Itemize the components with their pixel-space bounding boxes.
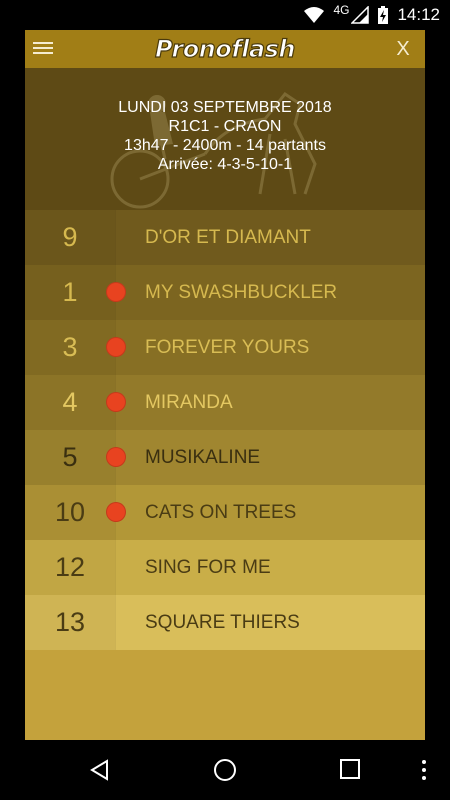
overflow-menu-icon[interactable] [420,758,428,787]
runner-name: MIRANDA [145,391,233,413]
runner-row[interactable]: 12 SING FOR ME [25,540,425,595]
runner-row[interactable]: 4 MIRANDA [25,375,425,430]
app-logo: Pronoflash [154,34,296,63]
race-header: LUNDI 03 SEPTEMBRE 2018 R1C1 - CRAON 13h… [25,68,425,210]
runner-list: 9 D'OR ET DIAMANT 1 MY SWASHBUCKLER 3 FOREVER… [25,210,425,650]
recent-apps-icon[interactable] [339,758,361,785]
runner-number: 1 [25,265,115,320]
runner-row[interactable]: 3 FOREVER YOURS [25,320,425,375]
race-code: R1C1 - CRAON [168,118,282,135]
battery-charging-icon [377,5,389,25]
network-type: 4G [333,3,350,17]
row-divider [115,540,116,595]
selection-dot-icon [106,447,126,467]
runner-number: 5 [25,430,115,485]
race-info: LUNDI 03 SEPTEMBRE 2018 R1C1 - CRAON 13h… [25,98,425,174]
runner-number: 10 [25,485,115,540]
top-app-bar: Pronoflash X [25,30,425,68]
status-bar: 4G 14:12 [0,0,450,30]
home-icon[interactable] [212,757,238,788]
runner-row[interactable]: 5 MUSIKALINE [25,430,425,485]
runner-name: CATS ON TREES [145,501,297,523]
runner-name: MY SWASHBUCKLER [145,281,338,303]
runner-number: 4 [25,375,115,430]
runner-number: 12 [25,540,115,595]
runner-name: MUSIKALINE [145,446,261,468]
runner-row[interactable]: 1 MY SWASHBUCKLER [25,265,425,320]
selection-dot-icon [106,337,126,357]
clock: 14:12 [397,5,440,24]
app-window: Pronoflash X LUNDI 03 SEPTEMBRE 2018 R1C… [25,30,425,740]
runner-number: 9 [25,210,115,265]
runner-row[interactable]: 9 D'OR ET DIAMANT [25,210,425,265]
hamburger-menu-icon[interactable] [33,39,55,59]
selection-dot-icon [106,282,126,302]
close-button[interactable]: X [391,36,415,62]
signal-icon [351,6,370,24]
runner-row[interactable]: 10 CATS ON TREES [25,485,425,540]
race-details: 13h47 - 2400m - 14 partants [124,137,326,154]
navigation-bar [0,740,450,800]
selection-dot-icon [106,392,126,412]
runner-name: FOREVER YOURS [145,336,310,358]
race-arrival: Arrivée: 4-3-5-10-1 [157,156,293,173]
runner-name: D'OR ET DIAMANT [145,226,311,248]
row-divider [115,210,116,265]
wifi-icon [303,6,325,24]
runner-name: SING FOR ME [145,556,271,578]
row-divider [115,595,116,650]
back-icon[interactable] [88,758,112,787]
runner-name: SQUARE THIERS [145,611,300,633]
selection-dot-icon [106,502,126,522]
race-date: LUNDI 03 SEPTEMBRE 2018 [118,99,332,116]
runner-row[interactable]: 13 SQUARE THIERS [25,595,425,650]
runner-number: 13 [25,595,115,650]
runner-number: 3 [25,320,115,375]
